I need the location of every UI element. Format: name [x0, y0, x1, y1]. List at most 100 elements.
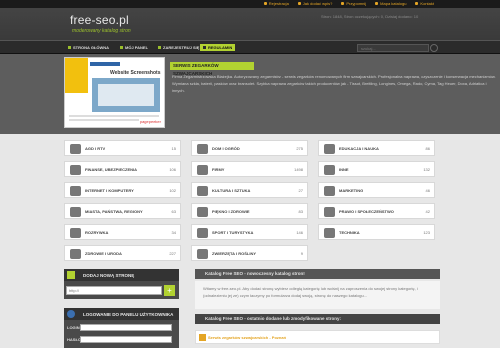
- thumb-footer: pagepeeker: [139, 119, 161, 124]
- sitemap-icon: [375, 2, 379, 5]
- featured-title[interactable]: SERWIS ZEGARKÓW SZWAJCARSKICH: [170, 62, 254, 76]
- category-label: MIASTA, PAŃSTWA, REGIONY: [85, 209, 143, 214]
- category-tile[interactable]: ZDROWIE I URODA 227: [64, 245, 181, 261]
- top-strip: Rejestracja Jak dodać wpis? Przypomnij M…: [0, 0, 500, 8]
- category-tile[interactable]: PRAWO I SPOŁECZEŃSTWO 42: [318, 203, 435, 219]
- site-stats: Stron: 1848, Stron oczekujących: 0, Dzis…: [321, 14, 419, 19]
- category-tile[interactable]: SPORT I TURYSTYKA 146: [191, 224, 308, 240]
- site-logo[interactable]: free-seo.pl: [70, 13, 129, 27]
- key-icon: [341, 2, 345, 5]
- top-link-how-to-add[interactable]: Jak dodać wpis?: [297, 1, 332, 6]
- thumb-text-line: [69, 115, 159, 117]
- category-tile[interactable]: EDUKACJA I NAUKA 86: [318, 140, 435, 156]
- category-tile[interactable]: FINANSE, UBEZPIECZENIA 106: [64, 161, 181, 177]
- category-icon: [70, 249, 81, 259]
- category-icon: [324, 228, 335, 238]
- category-count: 227: [169, 251, 176, 256]
- category-label: EDUKACJA I NAUKA: [339, 146, 379, 151]
- category-count: 1498: [294, 167, 303, 172]
- category-label: INNE: [339, 167, 349, 172]
- category-label: ROZRYWKA: [85, 230, 109, 235]
- category-icon: [197, 186, 208, 196]
- thumb-text-line: [69, 119, 139, 121]
- category-count: 86: [425, 146, 430, 151]
- add-site-button[interactable]: +: [164, 285, 175, 296]
- help-icon: [297, 2, 301, 5]
- category-count: 63: [171, 209, 176, 214]
- main-nav: STRONA GŁÓWNA MÓJ PANEL ZAREJESTRUJ SIĘ …: [0, 40, 500, 54]
- category-icon: [324, 186, 335, 196]
- category-label: KULTURA I SZTUKA: [212, 188, 251, 193]
- category-tile[interactable]: ROZRYWKA 34: [64, 224, 181, 240]
- category-count: 9: [300, 251, 303, 256]
- category-count: 34: [171, 230, 176, 235]
- add-site-header: DODAJ NOWĄ STRONĘ: [64, 269, 179, 281]
- top-links: Rejestracja Jak dodać wpis? Przypomnij M…: [263, 1, 434, 6]
- category-tile[interactable]: TECHNIKA 123: [318, 224, 435, 240]
- site-header: free-seo.pl moderowany katalog stron Str…: [0, 8, 500, 40]
- featured-ribbon: [65, 58, 88, 93]
- category-icon: [324, 144, 335, 154]
- category-tile[interactable]: INTERNET I KOMPUTERY 102: [64, 182, 181, 198]
- category-label: PRAWO I SPOŁECZEŃSTWO: [339, 209, 394, 214]
- rules-icon: [203, 46, 206, 49]
- category-label: FINANSE, UBEZPIECZENIA: [85, 167, 138, 172]
- password-field[interactable]: [80, 336, 172, 343]
- category-count: 15: [171, 146, 176, 151]
- category-count: 132: [423, 167, 430, 172]
- site-tagline: moderowany katalog stron: [72, 28, 131, 34]
- link-icon: [199, 334, 206, 341]
- top-link-register[interactable]: Rejestracja: [263, 1, 289, 6]
- category-count: 46: [425, 188, 430, 193]
- category-tile[interactable]: PIĘKNO I ZDROWIE 83: [191, 203, 308, 219]
- category-tile[interactable]: MIASTA, PAŃSTWA, REGIONY 63: [64, 203, 181, 219]
- category-label: FIRMY: [212, 167, 225, 172]
- category-label: MARKETING: [339, 188, 364, 193]
- category-tile[interactable]: KULTURA I SZTUKA 27: [191, 182, 308, 198]
- category-tile[interactable]: MARKETING 46: [318, 182, 435, 198]
- category-label: ZWIERZĘTA I ROŚLINY: [212, 251, 256, 256]
- thumb-header-bar: [90, 62, 120, 66]
- top-link-remind[interactable]: Przypomnij: [341, 1, 366, 6]
- nav-my-panel[interactable]: MÓJ PANEL: [120, 45, 148, 50]
- category-icon: [197, 207, 208, 217]
- home-icon: [68, 46, 71, 49]
- top-link-sitemap[interactable]: Mapa katalogu: [375, 1, 406, 6]
- category-icon: [197, 144, 208, 154]
- url-input[interactable]: [66, 286, 162, 295]
- category-icon: [70, 165, 81, 175]
- nav-rules[interactable]: REGULAMIN: [200, 44, 236, 51]
- category-icon: [70, 144, 81, 154]
- nav-register[interactable]: ZAREJESTRUJ SIĘ: [158, 45, 199, 50]
- category-tile[interactable]: INNE 132: [318, 161, 435, 177]
- register-icon: [158, 46, 161, 49]
- category-tile[interactable]: AGD I RTV 15: [64, 140, 181, 156]
- recent-item[interactable]: Serwis zegarków szwajcarskich - Poznań: [195, 330, 440, 344]
- category-tile[interactable]: DOM I OGRÓD 275: [191, 140, 308, 156]
- search-input[interactable]: [357, 44, 429, 52]
- category-icon: [70, 186, 81, 196]
- nav-home[interactable]: STRONA GŁÓWNA: [68, 45, 109, 50]
- globe-icon: [67, 310, 75, 318]
- top-link-contact[interactable]: Kontakt: [415, 1, 434, 6]
- intro-text: Witamy w free-seo.pl. Aby dodać stronę w…: [195, 281, 440, 309]
- category-count: 275: [296, 146, 303, 151]
- category-label: SPORT I TURYSTYKA: [212, 230, 254, 235]
- search-icon[interactable]: [430, 44, 438, 52]
- category-icon: [197, 249, 208, 259]
- featured-screenshot[interactable]: Website Screenshots pagepeeker: [64, 57, 165, 128]
- category-count: 123: [423, 230, 430, 235]
- category-icon: [70, 228, 81, 238]
- featured-description: Firma Zegarmistrzowska Błażejka. Autoryz…: [172, 74, 496, 93]
- panel-icon: [120, 46, 123, 49]
- login-header: LOGOWANIE DO PANELU UŻYTKOWNIKA: [64, 308, 179, 320]
- category-label: ZDROWIE I URODA: [85, 251, 122, 256]
- password-label: HASŁO: [67, 337, 81, 342]
- category-label: AGD I RTV: [85, 146, 106, 151]
- login-field[interactable]: [80, 324, 172, 331]
- category-tile[interactable]: ZWIERZĘTA I ROŚLINY 9: [191, 245, 308, 261]
- category-icon: [324, 207, 335, 217]
- category-tile[interactable]: FIRMY 1498: [191, 161, 308, 177]
- category-icon: [197, 228, 208, 238]
- category-label: INTERNET I KOMPUTERY: [85, 188, 134, 193]
